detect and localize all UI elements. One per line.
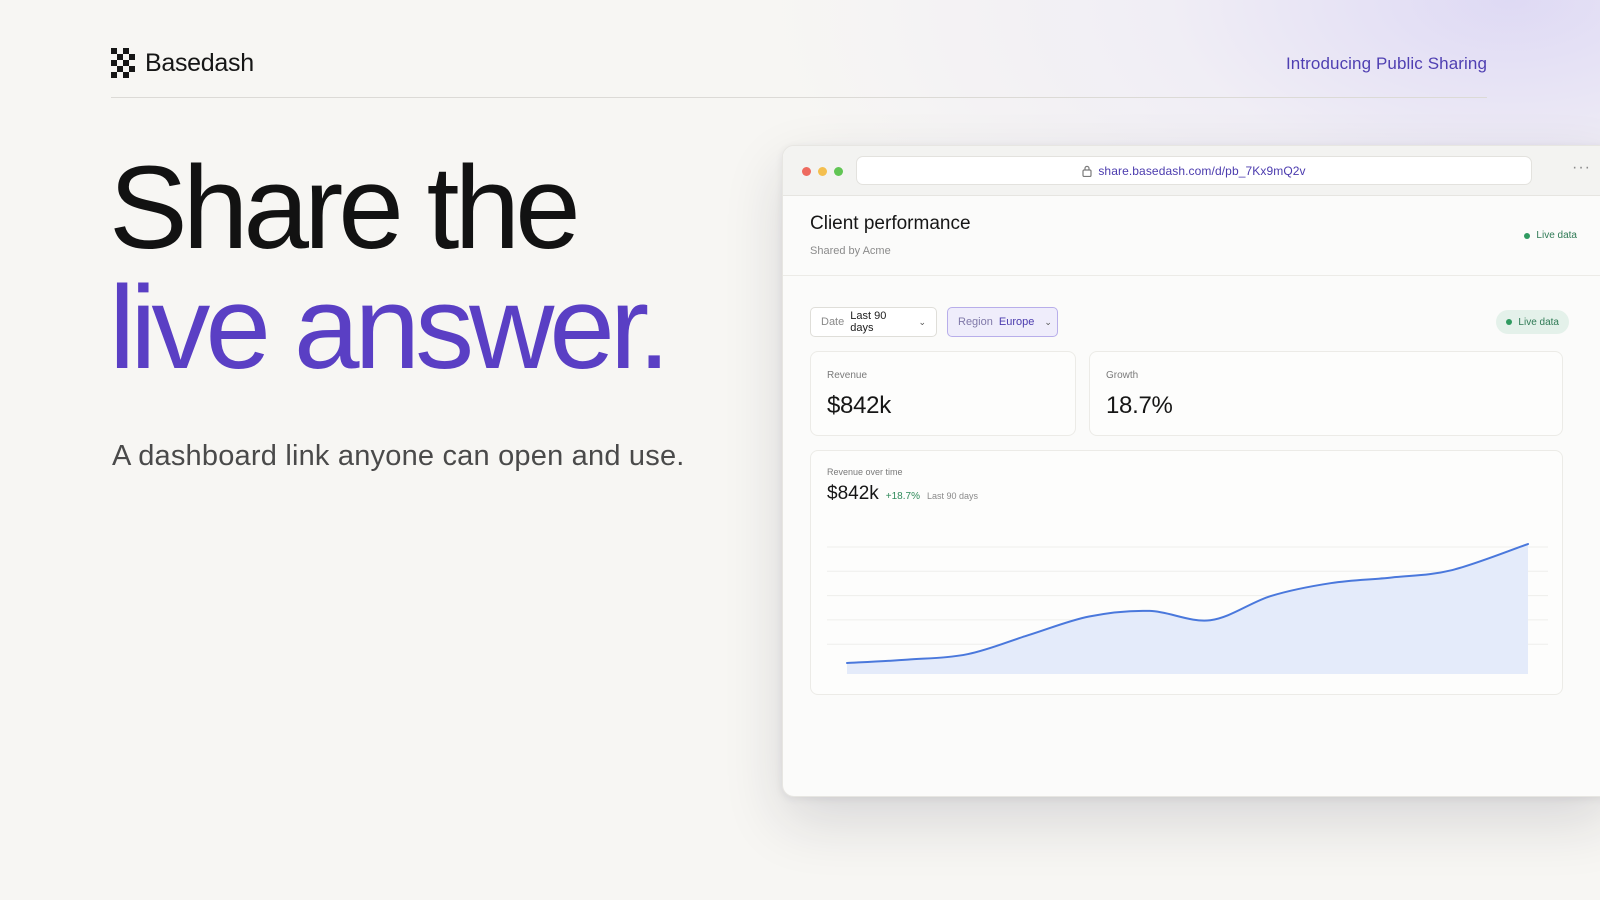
- region-filter-value: Europe: [998, 316, 1035, 328]
- checkerboard-logo-icon: [111, 48, 135, 78]
- dashboard-title: Client performance: [810, 213, 971, 234]
- url-text: share.basedash.com/d/pb_7Kx9mQ2v: [1098, 163, 1306, 178]
- announcement-link[interactable]: Introducing Public Sharing: [1286, 54, 1487, 74]
- live-pill-label: Live data: [1518, 316, 1559, 328]
- hero-headline: Share the live answer.: [109, 142, 789, 394]
- date-filter-dropdown[interactable]: Date Last 90 days ⌄: [810, 307, 937, 337]
- hero-line-1: Share the: [109, 142, 581, 274]
- hero-subtitle: A dashboard link anyone can open and use…: [112, 440, 685, 472]
- revenue-card-label: Revenue: [827, 370, 868, 381]
- live-data-pill: Live data: [1496, 310, 1569, 334]
- date-filter-value: Last 90 days: [850, 310, 887, 334]
- revenue-chart-card: Revenue over time $842k +18.7% Last 90 d…: [810, 450, 1563, 695]
- chart-headline: $842k +18.7% Last 90 days: [827, 483, 978, 505]
- date-filter-key: Date: [821, 316, 845, 328]
- browser-chrome: share.basedash.com/d/pb_7Kx9mQ2v ···: [783, 146, 1600, 196]
- growth-card: Growth 18.7%: [1089, 351, 1563, 436]
- revenue-card: Revenue $842k: [810, 351, 1076, 436]
- chart-delta: +18.7%: [885, 491, 920, 502]
- region-filter-dropdown[interactable]: Region Europe ⌄: [947, 307, 1058, 337]
- chart-value: $842k: [827, 483, 879, 504]
- chart-label: Revenue over time: [827, 467, 903, 477]
- live-data-label: Live data: [1536, 230, 1577, 241]
- live-dot-icon: [1524, 232, 1531, 239]
- site-header: Basedash Introducing Public Sharing: [111, 44, 1487, 98]
- more-icon[interactable]: ···: [1572, 159, 1591, 177]
- lock-icon: [1082, 165, 1092, 177]
- browser-window-mockup: share.basedash.com/d/pb_7Kx9mQ2v ··· Cli…: [782, 145, 1600, 797]
- close-window-dot[interactable]: [802, 167, 811, 176]
- region-filter-key: Region: [958, 316, 993, 328]
- maximize-window-dot[interactable]: [834, 167, 843, 176]
- live-dot-icon: [1506, 319, 1513, 325]
- revenue-card-value: $842k: [827, 392, 891, 419]
- brand-logo-link[interactable]: Basedash: [111, 48, 254, 78]
- chart-area-fill: [847, 544, 1528, 674]
- growth-card-value: 18.7%: [1106, 392, 1173, 419]
- chevron-down-icon: ⌄: [918, 316, 926, 327]
- hero-line-2: live answer.: [109, 262, 671, 394]
- chevron-down-icon: ⌄: [1044, 316, 1052, 327]
- address-bar[interactable]: share.basedash.com/d/pb_7Kx9mQ2v: [856, 156, 1532, 185]
- growth-card-label: Growth: [1106, 370, 1139, 381]
- minimize-window-dot[interactable]: [818, 167, 827, 176]
- brand-name: Basedash: [145, 48, 254, 77]
- shared-by-label: Shared by Acme: [810, 245, 891, 257]
- chart-period: Last 90 days: [926, 491, 979, 501]
- dashboard-header: Client performance Shared by Acme Live d…: [783, 196, 1600, 276]
- live-data-indicator: Live data: [1524, 230, 1577, 241]
